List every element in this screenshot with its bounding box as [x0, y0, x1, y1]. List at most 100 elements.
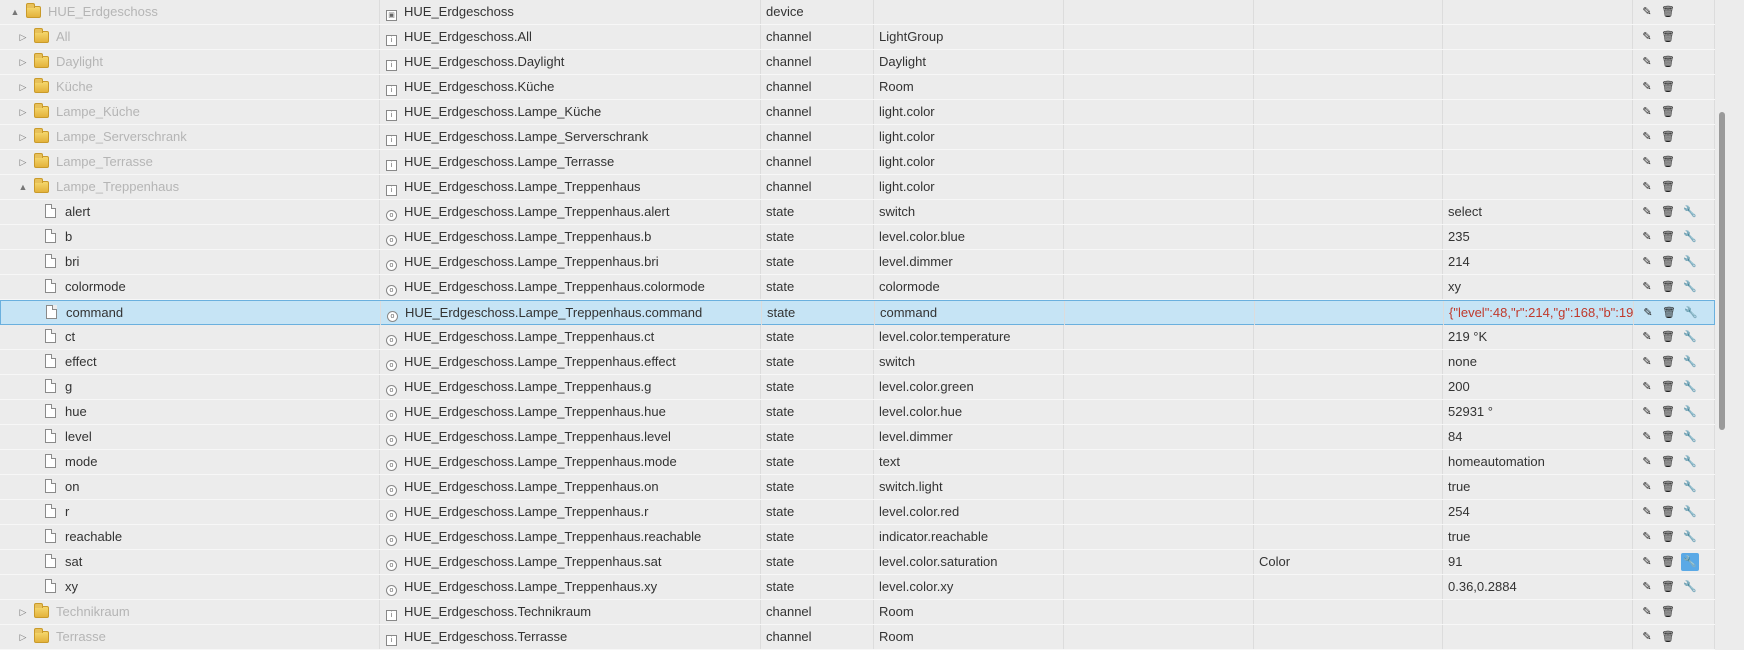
expand-arrow-icon[interactable]: ▷ [18, 150, 28, 174]
delete-icon[interactable]: 🗑 [1659, 353, 1677, 371]
value-cell[interactable]: 52931 ° [1443, 400, 1633, 424]
tree-row[interactable]: command o HUE_Erdgeschoss.Lampe_Treppenhau… [0, 300, 1716, 325]
tree-row[interactable]: ▷ Lampe_Serverschrank i HUE_Erdgeschoss.Lam… [0, 125, 1715, 150]
value-cell[interactable]: homeautomation [1443, 450, 1633, 474]
wrench-icon[interactable]: 🔧 [1681, 403, 1699, 421]
tree-row[interactable]: r o HUE_Erdgeschoss.Lampe_Treppenhaus.r sta… [0, 500, 1715, 525]
tree-row[interactable]: hue o HUE_Erdgeschoss.Lampe_Treppenhaus.hu… [0, 400, 1715, 425]
tree-row[interactable]: reachable o HUE_Erdgeschoss.Lampe_Treppenh… [0, 525, 1715, 550]
wrench-icon[interactable]: 🔧 [1681, 453, 1699, 471]
wrench-icon[interactable]: 🔧 [1681, 203, 1699, 221]
expand-arrow-icon[interactable]: ▷ [18, 125, 28, 149]
tree-row[interactable]: ▷ Daylight i HUE_Erdgeschoss.Daylight channe… [0, 50, 1715, 75]
wrench-icon[interactable]: 🔧 [1681, 378, 1699, 396]
delete-icon[interactable]: 🗑 [1659, 378, 1677, 396]
delete-icon[interactable]: 🗑 [1659, 628, 1677, 646]
value-cell[interactable]: xy [1443, 275, 1633, 299]
value-cell[interactable]: 235 [1443, 225, 1633, 249]
value-cell[interactable] [1443, 625, 1633, 649]
delete-icon[interactable]: 🗑 [1659, 503, 1677, 521]
edit-icon[interactable]: ✎ [1638, 403, 1656, 421]
edit-icon[interactable]: ✎ [1638, 278, 1656, 296]
wrench-icon[interactable]: 🔧 [1681, 428, 1699, 446]
value-cell[interactable]: select [1443, 200, 1633, 224]
tree-row[interactable]: ▷ Terrasse i HUE_Erdgeschoss.Terrasse channe… [0, 625, 1715, 650]
expand-arrow-icon[interactable]: ▷ [18, 600, 28, 624]
value-cell[interactable]: 219 °K [1443, 325, 1633, 349]
delete-icon[interactable]: 🗑 [1659, 603, 1677, 621]
delete-icon[interactable]: 🗑 [1659, 403, 1677, 421]
wrench-icon[interactable]: 🔧 [1681, 528, 1699, 546]
edit-icon[interactable]: ✎ [1638, 503, 1656, 521]
value-cell[interactable]: {"level":48,"r":214,"g":168,"b":19 [1444, 301, 1634, 325]
tree-row[interactable]: ▲ HUE_Erdgeschoss ▣ HUE_Erdgeschoss device ✎ 🗑 [0, 0, 1715, 25]
delete-icon[interactable]: 🗑 [1659, 528, 1677, 546]
value-cell[interactable]: none [1443, 350, 1633, 374]
scrollbar-thumb[interactable] [1719, 112, 1725, 430]
value-cell[interactable]: 0.36,0.2884 [1443, 575, 1633, 599]
collapse-arrow-icon[interactable]: ▲ [10, 0, 20, 24]
edit-icon[interactable]: ✎ [1638, 128, 1656, 146]
tree-row[interactable]: effect o HUE_Erdgeschoss.Lampe_Treppenhaus… [0, 350, 1715, 375]
tree-row[interactable]: on o HUE_Erdgeschoss.Lampe_Treppenhaus.on s… [0, 475, 1715, 500]
tree-row[interactable]: ▲ Lampe_Treppenhaus i HUE_Erdgeschoss.Lampe… [0, 175, 1715, 200]
edit-icon[interactable]: ✎ [1638, 353, 1656, 371]
wrench-icon[interactable]: 🔧 [1681, 253, 1699, 271]
delete-icon[interactable]: 🗑 [1660, 304, 1678, 322]
edit-icon[interactable]: ✎ [1638, 203, 1656, 221]
wrench-icon[interactable]: 🔧 [1681, 278, 1699, 296]
value-cell[interactable] [1443, 150, 1633, 174]
expand-arrow-icon[interactable]: ▷ [18, 100, 28, 124]
value-cell[interactable] [1443, 175, 1633, 199]
delete-icon[interactable]: 🗑 [1659, 453, 1677, 471]
tree-row[interactable]: sat o HUE_Erdgeschoss.Lampe_Treppenhaus.sa… [0, 550, 1715, 575]
tree-row[interactable]: ct o HUE_Erdgeschoss.Lampe_Treppenhaus.ct s… [0, 325, 1715, 350]
tree-row[interactable]: ▷ Küche i HUE_Erdgeschoss.Küche channel Room ✎… [0, 75, 1715, 100]
delete-icon[interactable]: 🗑 [1659, 53, 1677, 71]
edit-icon[interactable]: ✎ [1638, 103, 1656, 121]
collapse-arrow-icon[interactable]: ▲ [18, 175, 28, 199]
delete-icon[interactable]: 🗑 [1659, 228, 1677, 246]
delete-icon[interactable]: 🗑 [1659, 278, 1677, 296]
wrench-icon[interactable]: 🔧 [1681, 228, 1699, 246]
delete-icon[interactable]: 🗑 [1659, 428, 1677, 446]
edit-icon[interactable]: ✎ [1638, 253, 1656, 271]
delete-icon[interactable]: 🗑 [1659, 178, 1677, 196]
tree-row[interactable]: ▷ All i HUE_Erdgeschoss.All channel LightGrou… [0, 25, 1715, 50]
value-cell[interactable] [1443, 100, 1633, 124]
delete-icon[interactable]: 🗑 [1659, 203, 1677, 221]
edit-icon[interactable]: ✎ [1638, 178, 1656, 196]
delete-icon[interactable]: 🗑 [1659, 478, 1677, 496]
tree-row[interactable]: xy o HUE_Erdgeschoss.Lampe_Treppenhaus.xy s… [0, 575, 1715, 600]
tree-row[interactable]: colormode o HUE_Erdgeschoss.Lampe_Treppenh… [0, 275, 1715, 300]
wrench-icon[interactable]: 🔧 [1682, 304, 1700, 322]
value-cell[interactable]: 200 [1443, 375, 1633, 399]
tree-row[interactable]: ▷ Lampe_Küche i HUE_Erdgeschoss.Lampe_Küche… [0, 100, 1715, 125]
edit-icon[interactable]: ✎ [1638, 228, 1656, 246]
edit-icon[interactable]: ✎ [1638, 578, 1656, 596]
value-cell[interactable] [1443, 600, 1633, 624]
value-cell[interactable]: true [1443, 525, 1633, 549]
edit-icon[interactable]: ✎ [1638, 378, 1656, 396]
value-cell[interactable] [1443, 25, 1633, 49]
tree-row[interactable]: bri o HUE_Erdgeschoss.Lampe_Treppenhaus.br… [0, 250, 1715, 275]
edit-icon[interactable]: ✎ [1638, 28, 1656, 46]
edit-icon[interactable]: ✎ [1638, 53, 1656, 71]
expand-arrow-icon[interactable]: ▷ [18, 25, 28, 49]
edit-icon[interactable]: ✎ [1638, 603, 1656, 621]
value-cell[interactable]: 254 [1443, 500, 1633, 524]
wrench-icon[interactable]: 🔧 [1681, 553, 1699, 571]
value-cell[interactable]: 91 [1443, 550, 1633, 574]
edit-icon[interactable]: ✎ [1638, 428, 1656, 446]
tree-row[interactable]: mode o HUE_Erdgeschoss.Lampe_Treppenhaus.m… [0, 450, 1715, 475]
edit-icon[interactable]: ✎ [1638, 628, 1656, 646]
delete-icon[interactable]: 🗑 [1659, 253, 1677, 271]
tree-row[interactable]: g o HUE_Erdgeschoss.Lampe_Treppenhaus.g sta… [0, 375, 1715, 400]
delete-icon[interactable]: 🗑 [1659, 153, 1677, 171]
edit-icon[interactable]: ✎ [1638, 328, 1656, 346]
edit-icon[interactable]: ✎ [1638, 553, 1656, 571]
value-cell[interactable] [1443, 0, 1633, 24]
delete-icon[interactable]: 🗑 [1659, 78, 1677, 96]
edit-icon[interactable]: ✎ [1638, 153, 1656, 171]
delete-icon[interactable]: 🗑 [1659, 28, 1677, 46]
